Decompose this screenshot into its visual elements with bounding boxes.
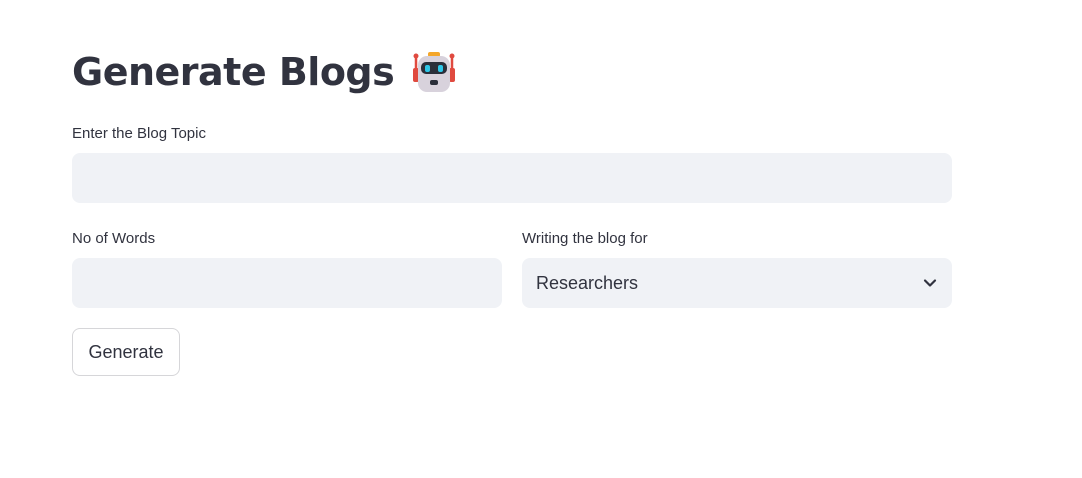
- audience-select[interactable]: Researchers: [522, 258, 952, 308]
- title-row: Generate Blogs: [72, 44, 458, 100]
- words-label: No of Words: [72, 230, 156, 247]
- topic-input[interactable]: [72, 153, 952, 203]
- audience-selected-value: Researchers: [536, 272, 639, 293]
- topic-label: Enter the Blog Topic: [72, 125, 206, 142]
- words-input[interactable]: [72, 258, 502, 308]
- generate-button[interactable]: Generate: [72, 328, 180, 376]
- audience-label: Writing the blog for: [522, 230, 648, 247]
- page-title: Generate Blogs: [72, 50, 395, 94]
- chevron-down-icon: [922, 275, 938, 291]
- robot-icon: [410, 48, 458, 96]
